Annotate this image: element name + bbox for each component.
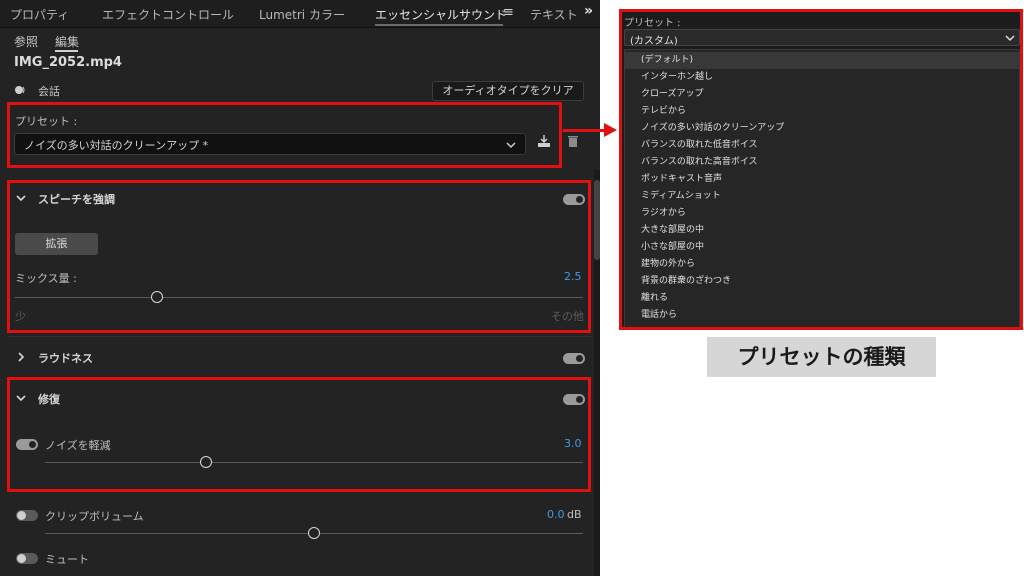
section-title: ラウドネス <box>38 352 93 365</box>
tab-properties[interactable]: プロパティ <box>10 6 69 23</box>
clear-audio-type-button[interactable]: オーディオタイプをクリア <box>432 81 584 101</box>
dropdown-item[interactable]: ラジオから <box>625 205 1019 222</box>
reduce-noise-slider-thumb[interactable] <box>200 456 213 468</box>
dropdown-item[interactable]: 離れる <box>625 290 1019 307</box>
chevron-down-icon <box>506 142 516 149</box>
arrow-right-icon <box>604 123 617 137</box>
audio-type-label: 会話 <box>38 85 60 98</box>
reduce-noise-label: ノイズを軽減 <box>45 439 111 452</box>
clip-volume-slider-thumb[interactable] <box>308 527 320 539</box>
section-speech-enhance[interactable]: スピーチを強調 <box>0 181 594 217</box>
mix-amount-slider-thumb[interactable] <box>151 291 163 303</box>
arrow-line <box>563 129 606 132</box>
chevron-down-icon[interactable] <box>16 193 26 203</box>
clip-volume-label: クリップボリューム <box>45 510 144 523</box>
dropdown-item[interactable]: クローズアップ <box>625 86 1019 103</box>
repair-toggle[interactable] <box>563 394 585 405</box>
dropdown-label: プリセット : <box>624 18 681 29</box>
range-max-label: その他 <box>551 310 584 323</box>
section-title: スピーチを強調 <box>38 193 115 206</box>
preset-select-value: ノイズの多い対話のクリーンアップ * <box>24 139 209 152</box>
scrollbar-thumb[interactable] <box>594 180 600 260</box>
dropdown-item[interactable]: バランスの取れた高音ボイス <box>625 154 1019 171</box>
clip-name: IMG_2052.mp4 <box>14 55 122 70</box>
range-min-label: 少 <box>15 310 26 323</box>
dialogue-icon <box>15 86 25 94</box>
tab-effect-controls[interactable]: エフェクトコントロール <box>102 6 234 23</box>
active-tab-underline <box>375 24 503 26</box>
tab-lumetri-color[interactable]: Lumetri カラー <box>259 6 345 23</box>
dropdown-item[interactable]: 建物の外から <box>625 256 1019 273</box>
dropdown-item[interactable]: ミディアムショット <box>625 188 1019 205</box>
clip-volume-toggle[interactable] <box>16 510 38 521</box>
dropdown-select[interactable]: (カスタム) <box>624 29 1020 47</box>
preset-select[interactable]: ノイズの多い対話のクリーンアップ * <box>14 133 526 155</box>
section-title: 修復 <box>38 393 60 406</box>
reduce-noise-value[interactable]: 3.0 <box>564 437 582 450</box>
subtab-edit[interactable]: 編集 <box>55 33 79 50</box>
chevron-right-icon[interactable] <box>16 352 26 362</box>
dropdown-item[interactable]: 小さな部屋の中 <box>625 239 1019 256</box>
dropdown-item[interactable]: インターホン越し <box>625 69 1019 86</box>
panel-tab-bar: プロパティ エフェクトコントロール Lumetri カラー エッセンシャルサウン… <box>0 0 600 28</box>
panel-menu-icon[interactable]: ≡ <box>503 5 514 20</box>
mute-label: ミュート <box>45 553 89 566</box>
tab-essential-sound[interactable]: エッセンシャルサウンド <box>375 6 507 23</box>
dropdown-item[interactable]: 大きな部屋の中 <box>625 222 1019 239</box>
clip-volume-value[interactable]: 0.0 <box>547 508 565 521</box>
essential-sound-panel: プロパティ エフェクトコントロール Lumetri カラー エッセンシャルサウン… <box>0 0 600 576</box>
dropdown-item[interactable]: テレビから <box>625 103 1019 120</box>
reduce-noise-toggle[interactable] <box>16 439 38 450</box>
more-tabs-icon[interactable]: » <box>584 3 593 19</box>
dropdown-item[interactable]: ノイズの多い対話のクリーンアップ <box>625 120 1019 137</box>
subtab-browse[interactable]: 参照 <box>14 33 38 50</box>
dropdown-item[interactable]: (デフォルト) <box>625 52 1019 69</box>
enhance-button[interactable]: 拡張 <box>15 233 98 255</box>
dropdown-item[interactable]: バランスの取れた低音ボイス <box>625 137 1019 154</box>
dropdown-item[interactable]: 電話から <box>625 307 1019 324</box>
preset-dropdown-expanded: プリセット : (カスタム) (デフォルト) インターホン越し クローズアップ テレビ… <box>619 9 1023 330</box>
mute-toggle[interactable] <box>16 553 38 564</box>
section-repair[interactable]: 修復 <box>0 381 594 417</box>
loudness-toggle[interactable] <box>563 353 585 364</box>
mix-amount-value[interactable]: 2.5 <box>564 270 582 283</box>
speech-enhance-toggle[interactable] <box>563 194 585 205</box>
dropdown-selected-value: (カスタム) <box>630 36 678 47</box>
tab-text[interactable]: テキスト <box>530 6 578 23</box>
chevron-down-icon[interactable] <box>16 393 26 403</box>
preset-label: プリセット : <box>15 115 78 128</box>
mix-amount-label: ミックス量 : <box>15 272 77 285</box>
dropdown-list: (デフォルト) インターホン越し クローズアップ テレビから ノイズの多い対話のクリーン… <box>624 49 1020 327</box>
trash-icon[interactable] <box>567 134 579 148</box>
dropdown-item[interactable]: ポッドキャスト音声 <box>625 171 1019 188</box>
reduce-noise-slider-track[interactable] <box>45 462 583 463</box>
subtab-underline <box>55 50 78 52</box>
caption-label: プリセットの種類 <box>707 337 936 377</box>
clip-volume-unit: dB <box>567 508 582 521</box>
section-loudness[interactable]: ラウドネス <box>0 340 594 376</box>
chevron-down-icon <box>1005 35 1015 42</box>
section-divider <box>8 336 592 337</box>
dropdown-item[interactable]: 背景の群衆のざわつき <box>625 273 1019 290</box>
mix-amount-slider-track[interactable] <box>15 297 583 298</box>
save-preset-icon[interactable] <box>537 134 551 148</box>
